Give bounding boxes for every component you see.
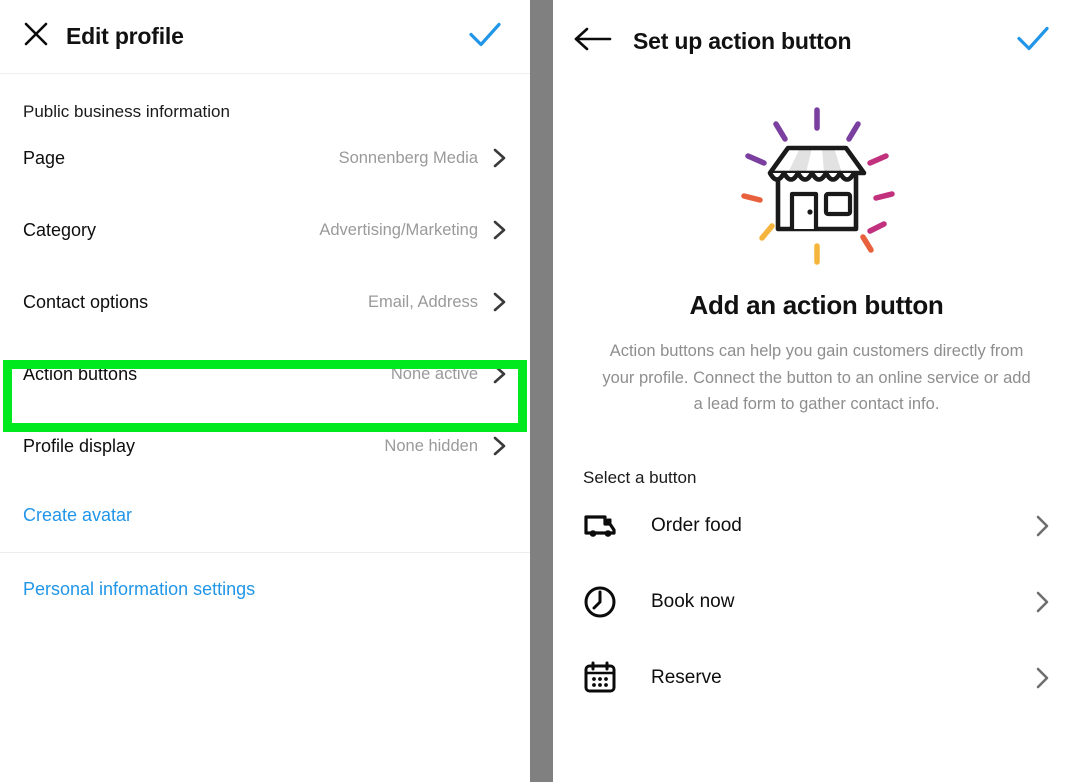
row-label: Action buttons: [23, 363, 138, 384]
public-business-information-label: Public business information: [23, 102, 230, 121]
chevron-right-icon: [1034, 514, 1050, 538]
row-label: Contact options: [23, 291, 149, 312]
row-action-buttons[interactable]: Action buttons None active: [0, 338, 530, 410]
row-contact-options[interactable]: Contact options Email, Address: [0, 266, 530, 338]
page-title: Edit profile: [66, 23, 184, 49]
chevron-right-icon: [492, 147, 508, 169]
hero-description: Action buttons can help you gain custome…: [602, 342, 1031, 414]
row-value: Email, Address: [367, 292, 478, 311]
row-value: None hidden: [384, 436, 478, 455]
chevron-right-icon: [1034, 666, 1050, 690]
edit-profile-panel: Edit profile Public business information…: [0, 0, 530, 782]
create-avatar-link[interactable]: Create avatar: [0, 482, 530, 548]
create-avatar-label: Create avatar: [23, 504, 133, 525]
button-option-book-now[interactable]: Book now: [553, 564, 1080, 640]
personal-information-settings-label: Personal information settings: [23, 578, 256, 599]
chevron-right-icon: [492, 435, 508, 457]
close-button[interactable]: [6, 19, 66, 54]
action-button-title: Set up action button: [633, 27, 852, 54]
row-value: Advertising/Marketing: [319, 220, 478, 239]
action-button-header: Set up action button: [553, 0, 1080, 82]
row-label: Page: [23, 147, 66, 168]
select-a-button-label: Select a button: [583, 468, 697, 488]
calendar-icon: [583, 661, 625, 695]
check-icon: [468, 20, 502, 53]
button-option-order-food[interactable]: Order food: [553, 488, 1080, 564]
storefront-icon: [732, 104, 902, 274]
button-option-label: Order food: [651, 515, 742, 537]
set-up-action-button-panel: Set up action button Add an action butto…: [553, 0, 1080, 782]
row-profile-display[interactable]: Profile display None hidden: [0, 410, 530, 482]
hero-section: Add an action button Action buttons can …: [553, 82, 1080, 418]
chevron-right-icon: [492, 219, 508, 241]
button-option-label: Book now: [651, 591, 735, 613]
arrow-left-icon: [572, 26, 614, 57]
edit-profile-header: Edit profile: [0, 0, 530, 74]
hero-title: Add an action button: [689, 290, 944, 320]
chevron-right-icon: [492, 363, 508, 385]
back-button[interactable]: [553, 26, 633, 57]
close-icon: [21, 19, 51, 54]
personal-information-settings-link[interactable]: Personal information settings: [0, 553, 530, 625]
row-value: None active: [390, 364, 478, 383]
row-label: Profile display: [23, 435, 136, 456]
confirm-button[interactable]: [1016, 25, 1050, 58]
chevron-right-icon: [492, 291, 508, 313]
chevron-right-icon: [1034, 590, 1050, 614]
button-option-reserve[interactable]: Reserve: [553, 640, 1080, 716]
check-icon: [1016, 26, 1050, 57]
row-page[interactable]: Page Sonnenberg Media: [0, 122, 530, 194]
delivery-truck-icon: [583, 511, 625, 541]
row-value: Sonnenberg Media: [338, 148, 478, 167]
row-category[interactable]: Category Advertising/Marketing: [0, 194, 530, 266]
panel-divider: [530, 0, 553, 782]
row-label: Category: [23, 219, 97, 240]
button-option-label: Reserve: [651, 667, 722, 689]
clock-icon: [583, 585, 625, 619]
storefront-illustration: [553, 104, 1080, 274]
confirm-button[interactable]: [468, 20, 502, 53]
screenshot-root: Edit profile Public business information…: [0, 0, 1080, 782]
